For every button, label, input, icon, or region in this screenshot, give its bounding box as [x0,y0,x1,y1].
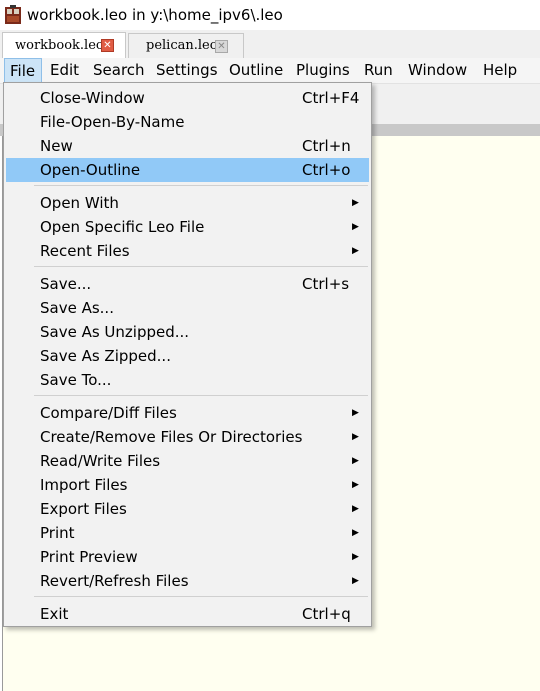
menu-item-compare-diff-files[interactable]: Compare/Diff Files ▶ [6,401,369,425]
menu-item-label: Read/Write Files [40,452,161,470]
menu-item-label: Open-Outline [40,161,141,179]
menu-search[interactable]: Search [93,58,145,83]
menu-item-file-open-by-name[interactable]: File-Open-By-Name [6,110,369,134]
menu-item-label: Close-Window [40,89,145,107]
menu-item-open-specific-leo-file[interactable]: Open Specific Leo File ▶ [6,215,369,239]
menu-item-label: Save As Unzipped... [40,323,190,341]
menu-plugins[interactable]: Plugins [296,58,350,83]
menu-item-save-as-zipped[interactable]: Save As Zipped... [6,344,369,368]
menu-outline[interactable]: Outline [229,58,283,83]
submenu-arrow-icon: ▶ [352,198,359,208]
menu-item-revert-refresh-files[interactable]: Revert/Refresh Files ▶ [6,569,369,593]
menu-item-shortcut: Ctrl+n [302,137,351,155]
menu-item-new[interactable]: New Ctrl+n [6,134,369,158]
submenu-arrow-icon: ▶ [352,456,359,466]
menu-item-label: Import Files [40,476,128,494]
menu-item-open-outline[interactable]: Open-Outline Ctrl+o [6,158,369,182]
menu-item-exit[interactable]: Exit Ctrl+q [6,602,369,626]
submenu-arrow-icon: ▶ [352,528,359,538]
tab-label: pelican.leo [146,38,218,53]
menu-item-print[interactable]: Print ▶ [6,521,369,545]
submenu-arrow-icon: ▶ [352,480,359,490]
submenu-arrow-icon: ▶ [352,408,359,418]
menu-item-export-files[interactable]: Export Files ▶ [6,497,369,521]
menu-item-label: Exit [40,605,69,623]
close-icon[interactable]: ✕ [215,40,228,53]
menu-item-label: Open Specific Leo File [40,218,205,236]
menu-item-read-write-files[interactable]: Read/Write Files ▶ [6,449,369,473]
menu-item-print-preview[interactable]: Print Preview ▶ [6,545,369,569]
menu-file[interactable]: File [4,58,42,83]
menu-item-label: Save As... [40,299,114,317]
submenu-arrow-icon: ▶ [352,504,359,514]
file-menu-dropdown: Close-Window Ctrl+F4 File-Open-By-Name N… [3,82,372,627]
menu-item-label: Create/Remove Files Or Directories [40,428,303,446]
tab-label: workbook.leo [15,38,104,53]
menu-item-label: File-Open-By-Name [40,113,185,131]
menu-item-label: Compare/Diff Files [40,404,177,422]
close-icon[interactable]: ✕ [101,39,114,52]
menu-item-shortcut: Ctrl+q [302,605,351,623]
leo-app-icon [5,5,21,24]
menu-settings[interactable]: Settings [156,58,218,83]
submenu-arrow-icon: ▶ [352,432,359,442]
menu-item-create-remove-files[interactable]: Create/Remove Files Or Directories ▶ [6,425,369,449]
menu-item-shortcut: Ctrl+s [302,275,350,293]
menu-window[interactable]: Window [408,58,467,83]
menu-run[interactable]: Run [364,58,393,83]
menu-item-save-as[interactable]: Save As... [6,296,369,320]
menu-item-label: Print Preview [40,548,138,566]
menu-separator [34,395,368,396]
menu-item-label: Save As Zipped... [40,347,171,365]
menu-item-import-files[interactable]: Import Files ▶ [6,473,369,497]
menu-separator [34,266,368,267]
menu-item-save[interactable]: Save... Ctrl+s [6,272,369,296]
window-title: workbook.leo in y:\home_ipv6\.leo [27,6,283,24]
title-bar: workbook.leo in y:\home_ipv6\.leo [0,0,540,30]
menu-item-shortcut: Ctrl+F4 [302,89,360,107]
menu-edit[interactable]: Edit [50,58,79,83]
menu-item-label: Open With [40,194,119,212]
menu-item-label: Revert/Refresh Files [40,572,189,590]
tab-pelican[interactable]: pelican.leo ✕ [128,33,244,58]
submenu-arrow-icon: ▶ [352,222,359,232]
menu-item-label: Save... [40,275,92,293]
menu-item-close-window[interactable]: Close-Window Ctrl+F4 [6,86,369,110]
menu-item-label: Save To... [40,371,112,389]
submenu-arrow-icon: ▶ [352,552,359,562]
menu-separator [34,185,368,186]
menu-help[interactable]: Help [483,58,517,83]
tab-bar: workbook.leo ✕ pelican.leo ✕ [0,30,540,58]
menu-item-save-as-unzipped[interactable]: Save As Unzipped... [6,320,369,344]
menu-item-save-to[interactable]: Save To... [6,368,369,392]
menu-item-label: Export Files [40,500,127,518]
menu-separator [34,596,368,597]
menu-item-open-with[interactable]: Open With ▶ [6,191,369,215]
menu-item-recent-files[interactable]: Recent Files ▶ [6,239,369,263]
tab-workbook[interactable]: workbook.leo ✕ [2,32,126,58]
menu-item-shortcut: Ctrl+o [302,161,351,179]
menu-item-label: Recent Files [40,242,130,260]
menu-item-label: Print [40,524,75,542]
menu-bar: File Edit Search Settings Outline Plugin… [0,58,540,84]
menu-item-label: New [40,137,73,155]
submenu-arrow-icon: ▶ [352,246,359,256]
submenu-arrow-icon: ▶ [352,576,359,586]
